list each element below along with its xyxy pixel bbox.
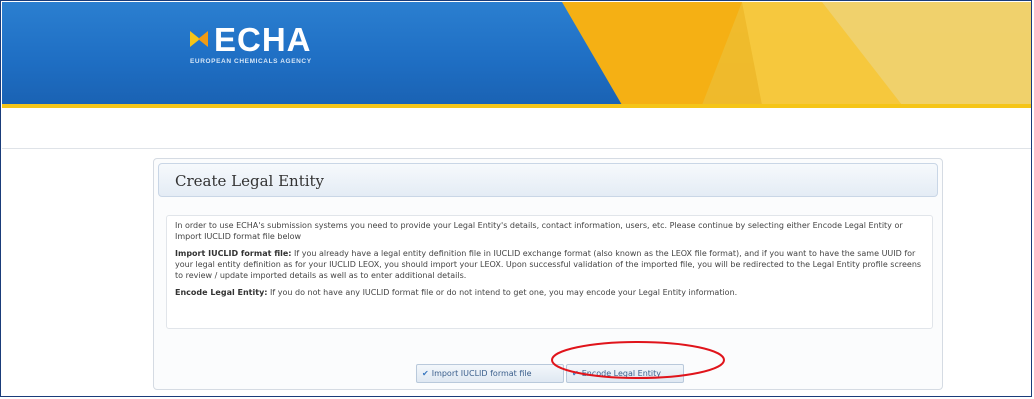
- import-heading: Import IUCLID format file:: [175, 249, 292, 258]
- encode-heading: Encode Legal Entity:: [175, 288, 268, 297]
- create-legal-entity-panel: Create Legal Entity In order to use ECHA…: [153, 158, 943, 390]
- encode-paragraph: Encode Legal Entity: If you do not have …: [175, 287, 924, 298]
- panel-title-bar: Create Legal Entity: [158, 163, 938, 197]
- site-header: ECHA EUROPEAN CHEMICALS AGENCY: [2, 2, 1031, 105]
- intro-text: In order to use ECHA's submission system…: [175, 221, 903, 241]
- subnav-bar: [2, 108, 1031, 149]
- encode-legal-entity-button[interactable]: ✔ Encode Legal Entity: [566, 364, 684, 383]
- import-iuclid-button[interactable]: ✔ Import IUCLID format file: [416, 364, 564, 383]
- header-sun-graphic: [562, 2, 1031, 105]
- check-icon: ✔: [422, 369, 429, 378]
- import-paragraph: Import IUCLID format file: If you alread…: [175, 248, 924, 281]
- page-title: Create Legal Entity: [175, 172, 325, 190]
- echa-logo-mark-icon: [190, 31, 208, 47]
- logo-subtitle: EUROPEAN CHEMICALS AGENCY: [190, 58, 312, 65]
- window-frame: ECHA EUROPEAN CHEMICALS AGENCY Create Le…: [0, 0, 1032, 397]
- encode-text: If you do not have any IUCLID format fil…: [267, 288, 738, 297]
- instructions-box: In order to use ECHA's submission system…: [166, 215, 933, 329]
- encode-button-label: Encode Legal Entity: [581, 369, 662, 378]
- check-icon: ✔: [572, 369, 579, 378]
- import-button-label: Import IUCLID format file: [431, 369, 532, 378]
- logo-text: ECHA: [214, 21, 312, 58]
